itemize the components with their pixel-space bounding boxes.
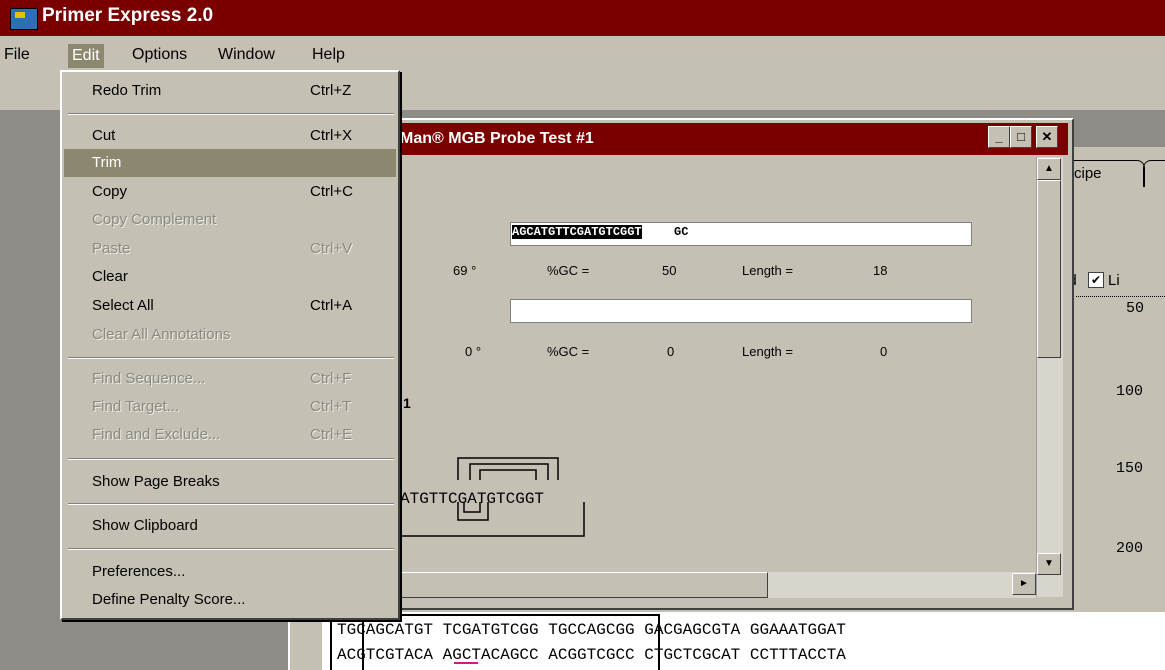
shortcut-find-sequence: Ctrl+F	[310, 370, 352, 387]
probe2-length-value: 0	[880, 344, 888, 359]
scroll-down-icon[interactable]: ▼	[1037, 553, 1061, 575]
shortcut-cut: Ctrl+X	[310, 127, 353, 144]
menu-options[interactable]: Options	[132, 46, 187, 64]
ruler-200: 200	[1116, 540, 1144, 557]
menu-file[interactable]: File	[4, 46, 30, 64]
menu-item-select-all[interactable]: Select All	[92, 297, 154, 314]
menu-item-preferences[interactable]: Preferences...	[92, 563, 185, 580]
probe1-sequence-selected: AGCATGTTCGATGTCGGT	[512, 225, 642, 239]
mismatch-marker	[454, 662, 478, 664]
ruler-50: 50	[1126, 300, 1145, 317]
menu-separator	[68, 548, 394, 550]
menu-separator	[68, 458, 394, 460]
probe1-length-value: 18	[873, 263, 888, 278]
menu-separator	[68, 113, 394, 115]
menu-separator	[68, 357, 394, 359]
probe2-gc-value: 0	[667, 344, 675, 359]
probe-test-window-title: Man® MGB Probe Test #1	[400, 130, 594, 147]
probe1-length-label: Length =	[742, 263, 793, 278]
probe2-sequence-field[interactable]	[510, 299, 972, 323]
menu-item-find-and-exclude: Find and Exclude...	[92, 426, 221, 443]
menu-edit[interactable]: Edit	[68, 44, 104, 68]
hairpin-sequence: ATGTTCGATGTCGGT	[400, 490, 545, 508]
menu-item-copy[interactable]: Copy	[92, 183, 127, 200]
menu-window[interactable]: Window	[218, 46, 275, 64]
hscroll-thumb[interactable]	[400, 572, 768, 598]
probe2-gc-label: %GC =	[547, 344, 590, 359]
ruler-ticks	[1076, 292, 1165, 297]
sequence-margin-line	[330, 612, 332, 670]
menu-item-find-target: Find Target...	[92, 398, 180, 415]
scroll-up-icon[interactable]: ▲	[1037, 158, 1061, 180]
menu-item-copy-complement: Copy Complement	[92, 211, 217, 228]
menu-separator	[68, 503, 394, 505]
lines-checkbox-label: Li	[1108, 272, 1120, 289]
probe1-tm: 69 °	[453, 263, 477, 278]
ruler-100: 100	[1116, 383, 1144, 400]
lines-checkbox[interactable]: ✔	[1088, 272, 1104, 288]
tab-recipe-label: cipe	[1074, 165, 1102, 182]
shortcut-redo-trim: Ctrl+Z	[310, 82, 352, 99]
probe-highlight-box	[362, 614, 660, 670]
scroll-right-icon[interactable]: ►	[1012, 573, 1036, 595]
vscroll-thumb[interactable]	[1037, 180, 1061, 358]
ruler-150: 150	[1116, 460, 1144, 477]
maximize-icon[interactable]: □	[1010, 126, 1032, 148]
menu-item-trim[interactable]: Trim	[92, 154, 121, 171]
probe1-gc-label: %GC =	[547, 263, 590, 278]
menu-item-clear-all-annotations: Clear All Annotations	[92, 326, 231, 343]
shortcut-find-target: Ctrl+T	[310, 398, 352, 415]
menu-item-show-page-breaks[interactable]: Show Page Breaks	[92, 473, 220, 490]
minimize-icon[interactable]: _	[988, 126, 1010, 148]
fragment-label: 1	[403, 395, 411, 411]
menu-help[interactable]: Help	[312, 46, 345, 64]
shortcut-paste: Ctrl+V	[310, 240, 353, 257]
shortcut-find-and-exclude: Ctrl+E	[310, 426, 353, 443]
menu-item-redo-trim[interactable]: Redo Trim	[92, 82, 161, 99]
close-icon[interactable]: ✕	[1036, 126, 1058, 148]
menu-item-find-sequence: Find Sequence...	[92, 370, 206, 387]
menu-item-show-clipboard[interactable]: Show Clipboard	[92, 517, 198, 534]
probe1-sequence-rest: GC	[674, 225, 689, 239]
menu-item-define-penalty-score[interactable]: Define Penalty Score...	[92, 591, 245, 608]
app-icon	[10, 8, 38, 30]
tab-next[interactable]	[1143, 160, 1165, 187]
shortcut-select-all: Ctrl+A	[310, 297, 353, 314]
menu-item-clear[interactable]: Clear	[92, 268, 128, 285]
menu-item-paste: Paste	[92, 240, 131, 257]
probe2-length-label: Length =	[742, 344, 793, 359]
probe2-tm: 0 °	[465, 344, 482, 359]
menu-item-cut[interactable]: Cut	[92, 127, 115, 144]
shortcut-copy: Ctrl+C	[310, 183, 353, 200]
probe1-gc-value: 50	[662, 263, 677, 278]
app-title: Primer Express 2.0	[42, 5, 214, 26]
